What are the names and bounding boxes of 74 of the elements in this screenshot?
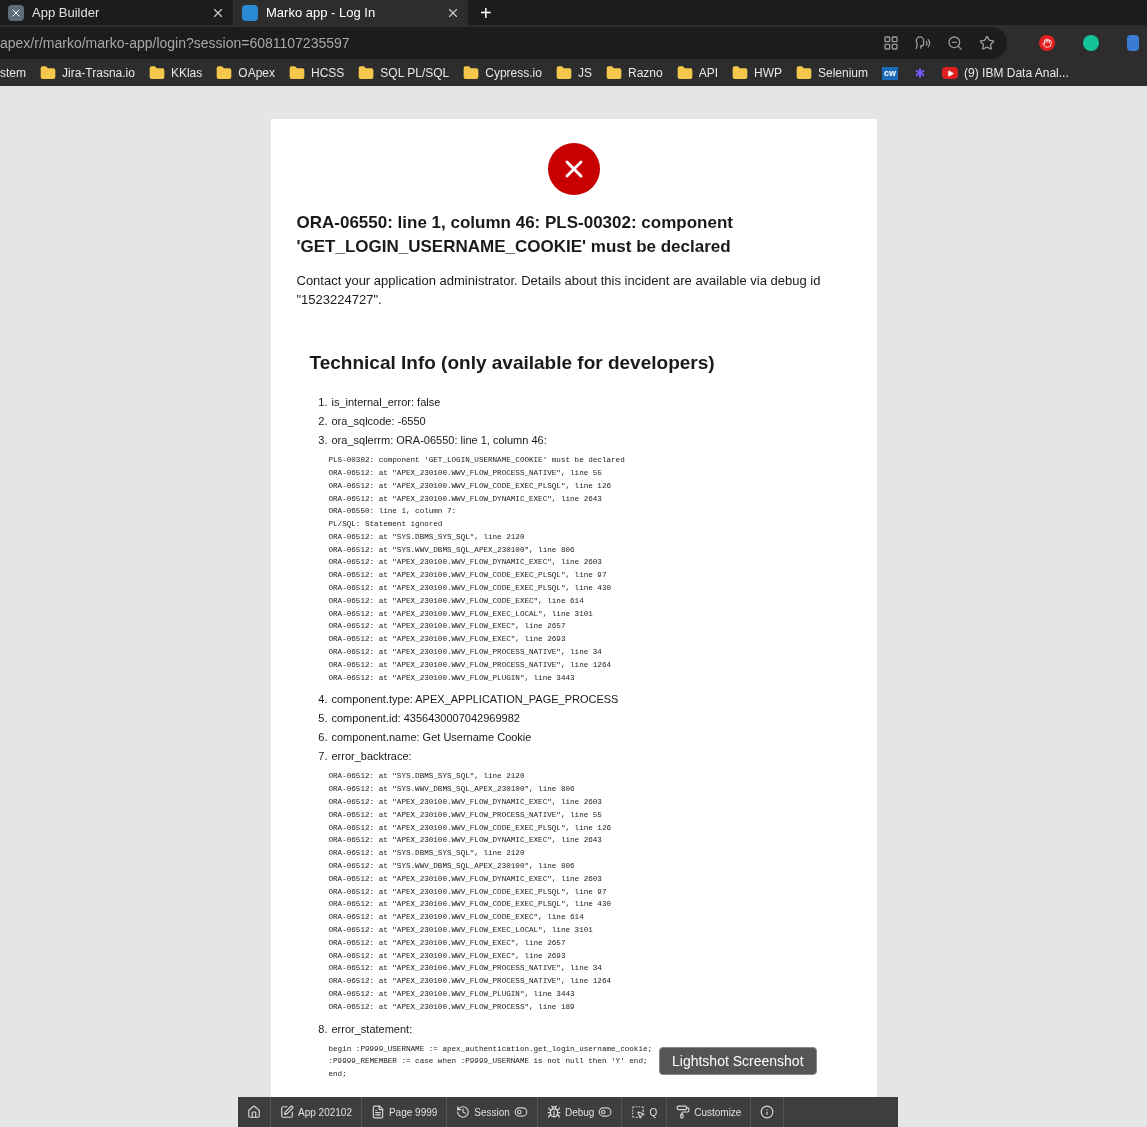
extension-icon[interactable] [1127, 35, 1139, 52]
info-item: ora_sqlerrm: ORA-06550: line 1, column 46: [331, 433, 547, 449]
info-item: error_backtrace: [331, 749, 412, 765]
list-number: 4. [317, 692, 328, 708]
toolbar-button[interactable]: Page 9999 [361, 1097, 448, 1127]
bookmark[interactable]: Selenium [796, 64, 869, 83]
extension-icon[interactable] [1083, 35, 1099, 52]
address-bar[interactable]: apex/r/marko/marko-app/login?session=6081107235597 [0, 27, 1007, 60]
info-item: is_internal_error: false [331, 395, 441, 411]
app-icon [242, 4, 258, 21]
list-number: 1. [317, 395, 328, 411]
read-aloud-icon[interactable] [915, 35, 931, 52]
bookmark[interactable]: Cypress.io [463, 64, 542, 83]
folder-icon [555, 65, 572, 82]
bookmark-badge[interactable]: cw [882, 66, 899, 81]
home-icon [247, 1105, 261, 1119]
play-icon [942, 67, 959, 80]
bookmark[interactable]: (9) IBM Data Anal... [942, 64, 1069, 83]
error-message: Contact your application administrator. Details about this incident are available via debug id "1523224727". [296, 271, 822, 309]
new-tab-button[interactable]: + [468, 0, 504, 26]
toolbar-button[interactable]: Session [447, 1097, 538, 1127]
stop-extension-icon[interactable] [1039, 35, 1055, 52]
paint-roller-icon [676, 1105, 691, 1119]
toolbar-button[interactable]: Q [622, 1097, 668, 1127]
folder-icon [463, 65, 480, 82]
select-icon [631, 1105, 646, 1119]
bookmark[interactable]: API [676, 64, 718, 83]
folder-icon [148, 65, 165, 82]
browser-tab[interactable]: Marko app - Log In [234, 0, 468, 26]
error-title: ORA-06550: line 1, column 46: PLS-00302: component 'GET_LOGIN_USERNAME_COOKIE' must be declared [296, 211, 734, 258]
history-icon [456, 1105, 471, 1119]
bookmark[interactable]: KKlas [148, 64, 203, 83]
toolbar-button[interactable]: Debug [537, 1097, 623, 1127]
tab-title: App Builder [32, 3, 101, 22]
info-item: ora_sqlcode: -6550 [331, 414, 426, 430]
list-number: 8. [317, 1021, 328, 1037]
toolbar-button[interactable]: Customize [667, 1097, 752, 1127]
info-item: component.name: Get Username Cookie [331, 730, 532, 746]
folder-icon [732, 65, 748, 82]
apps-icon[interactable] [883, 35, 899, 52]
tab-title: Marko app - Log In [266, 3, 377, 22]
list-number: 5. [317, 711, 328, 727]
tools-icon [8, 4, 24, 21]
folder-icon [40, 65, 56, 82]
folder-icon [676, 65, 693, 82]
bookmark[interactable]: Jira-Trasna.io [40, 64, 135, 83]
page-icon [370, 1105, 385, 1119]
bookmark[interactable]: HCSS [289, 64, 345, 83]
list-number: 2. [317, 414, 328, 430]
bookmark[interactable]: stem [0, 64, 26, 83]
info-icon [760, 1105, 775, 1119]
list-number: 3. [317, 433, 328, 449]
folder-icon [358, 65, 375, 82]
list-number: 7. [317, 749, 328, 765]
folder-icon [796, 65, 812, 82]
folder-icon [605, 65, 622, 82]
bookmark[interactable]: SQL PL/SQL [358, 64, 450, 83]
info-item: component.id: 4356430007042969982 [331, 711, 520, 727]
zoom-out-icon[interactable] [947, 35, 963, 52]
bookmark[interactable]: HWP [732, 64, 782, 83]
section-heading: Technical Info (only available for developers) [309, 350, 716, 375]
tooltip: Lightshot Screenshot [659, 1047, 817, 1075]
bug-icon [546, 1105, 561, 1119]
favorite-icon[interactable] [979, 35, 995, 52]
info-item: error_statement: [331, 1021, 413, 1037]
folder-icon [216, 65, 233, 82]
folder-icon [289, 65, 305, 82]
info-item: component.type: APEX_APPLICATION_PAGE_PROCESS [331, 692, 619, 708]
toolbar-button[interactable]: App 202102 [271, 1097, 362, 1127]
bookmark[interactable]: JS [555, 64, 592, 83]
list-number: 6. [317, 730, 328, 746]
edit-icon [280, 1105, 294, 1119]
bookmark[interactable]: OApex [216, 64, 275, 83]
bookmark[interactable]: Razno [605, 64, 663, 83]
